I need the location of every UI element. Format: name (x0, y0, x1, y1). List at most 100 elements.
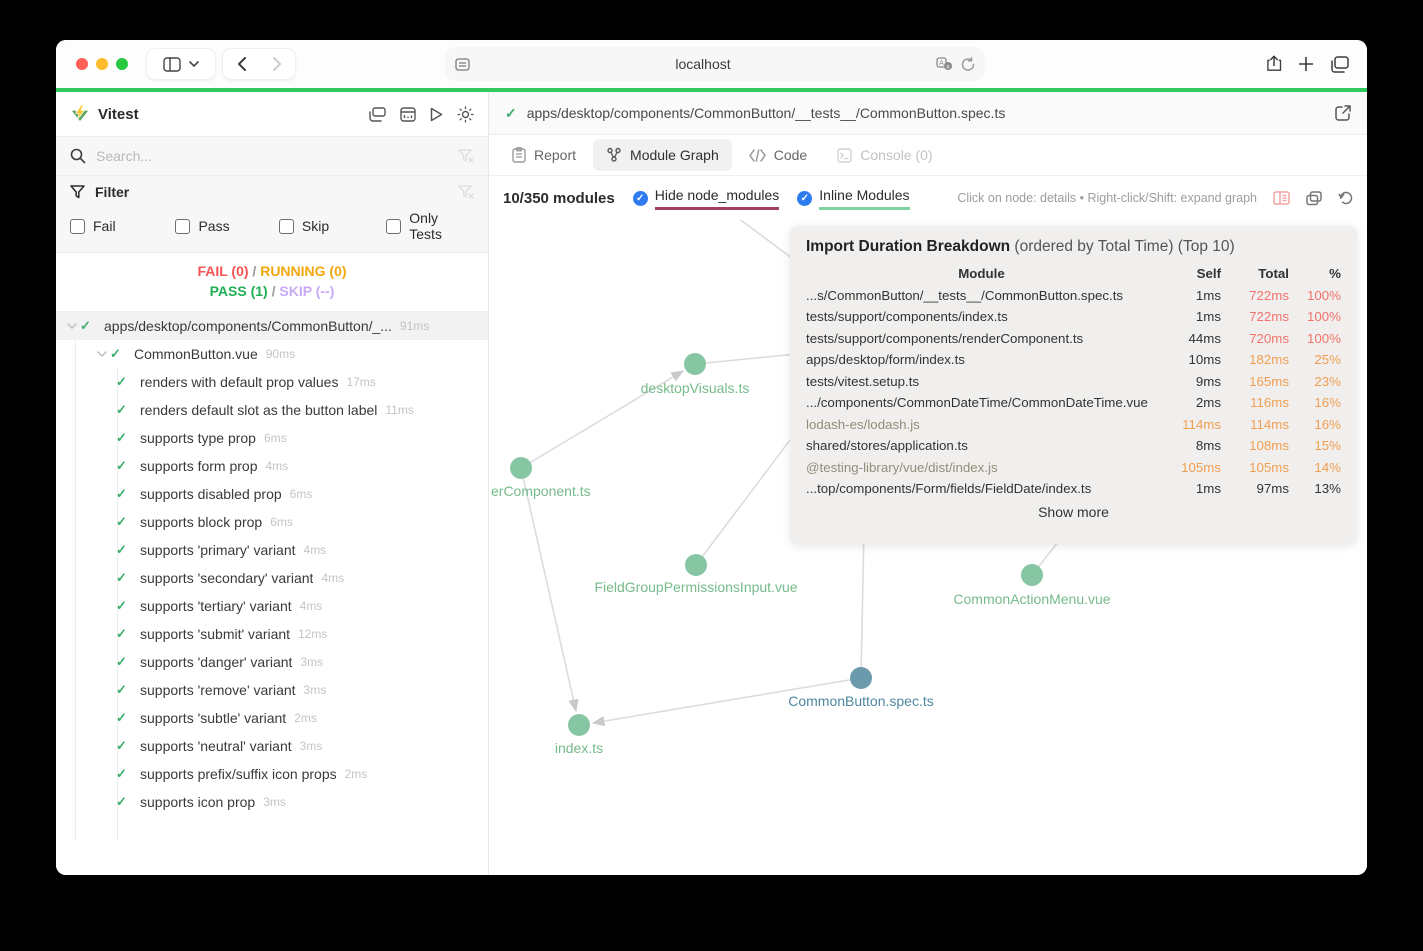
reload-icon[interactable] (961, 56, 975, 72)
module-path: lodash-es/lodash.js (806, 416, 920, 432)
test-case-row[interactable]: ✓ supports 'remove' variant 3ms (56, 676, 488, 704)
only-tests-checkbox[interactable] (386, 218, 402, 234)
open-in-editor-icon[interactable] (1335, 105, 1351, 121)
self-time: 2ms (1195, 395, 1221, 411)
expand-graph-icon[interactable] (1306, 190, 1322, 206)
inline-modules-checkbox[interactable]: ✓ (797, 190, 813, 206)
module-graph-canvas[interactable]: desktopVisuals.ts erComponent.ts FieldGrou… (489, 220, 1367, 875)
minimize-window-button[interactable] (96, 58, 108, 70)
test-label: supports 'submit' variant (140, 626, 291, 642)
forward-button[interactable] (260, 49, 294, 79)
test-duration: 17ms (346, 375, 376, 389)
zoom-window-button[interactable] (116, 58, 128, 70)
import-duration-row[interactable]: apps/desktop/form/index.ts 10ms 182ms 25% (806, 349, 1341, 371)
test-label: supports 'subtle' variant (140, 710, 287, 726)
pass-checkbox[interactable] (175, 218, 191, 234)
hide-node-modules-toggle[interactable]: ✓ Hide node_modules (632, 187, 780, 210)
collapse-windows-icon[interactable] (369, 106, 386, 122)
tab-overview-icon[interactable] (1330, 55, 1349, 73)
graph-node[interactable] (510, 457, 532, 479)
test-case-row[interactable]: ✓ renders with default prop values 17ms (56, 368, 488, 396)
test-case-row[interactable]: ✓ supports block prop 6ms (56, 508, 488, 536)
test-case-row[interactable]: ✓ supports type prop 6ms (56, 424, 488, 452)
test-case-row[interactable]: ✓ renders default slot as the button labe… (56, 396, 488, 424)
test-case-row[interactable]: ✓ supports 'neutral' variant 3ms (56, 732, 488, 760)
graph-node[interactable] (1021, 564, 1043, 586)
page-format-icon[interactable] (455, 57, 470, 71)
node-details-icon[interactable] (1273, 191, 1290, 205)
test-suite-row[interactable]: ✓ CommonButton.vue 90ms (56, 340, 488, 368)
skip-checkbox[interactable] (278, 218, 294, 234)
fail-checkbox[interactable] (70, 218, 85, 234)
graph-node[interactable] (850, 667, 872, 689)
graph-node-label: CommonButton.spec.ts (788, 693, 934, 709)
graph-node[interactable] (684, 353, 706, 375)
graph-node-label: FieldGroupPermissionsInput.vue (594, 579, 797, 595)
filter-option-skip[interactable]: Skip (278, 210, 386, 242)
fail-count: FAIL (0) (197, 263, 249, 279)
inline-modules-toggle[interactable]: ✓ Inline Modules (797, 187, 910, 210)
tab-report[interactable]: Report (499, 139, 589, 171)
address-bar[interactable]: localhost Ax (445, 47, 985, 81)
tab-console[interactable]: Console (0) (824, 139, 945, 171)
import-duration-row[interactable]: ...s/CommonButton/__tests__/CommonButton… (806, 285, 1341, 307)
share-icon[interactable] (1266, 55, 1282, 74)
percent: 25% (1314, 352, 1341, 368)
theme-toggle-icon[interactable] (457, 105, 474, 123)
hide-node-modules-checkbox[interactable]: ✓ (632, 190, 648, 206)
test-case-row[interactable]: ✓ supports 'secondary' variant 4ms (56, 564, 488, 592)
close-window-button[interactable] (76, 58, 88, 70)
pass-check-icon: ✓ (116, 374, 127, 389)
test-case-row[interactable]: ✓ supports 'primary' variant 4ms (56, 536, 488, 564)
filter-option-fail[interactable]: Fail (70, 210, 175, 242)
chevron-down-icon[interactable] (94, 351, 110, 357)
filter-option-pass[interactable]: Pass (175, 210, 278, 242)
percent: 15% (1314, 438, 1341, 454)
run-all-icon[interactable] (430, 107, 443, 122)
import-duration-row[interactable]: @testing-library/vue/dist/index.js 105ms 1… (806, 457, 1341, 479)
test-label: supports 'secondary' variant (140, 570, 314, 586)
module-graph-icon (606, 147, 622, 163)
test-case-row[interactable]: ✓ supports 'tertiary' variant 4ms (56, 592, 488, 620)
clear-search-filter-icon[interactable] (458, 149, 474, 163)
clear-filter-icon[interactable] (458, 185, 474, 199)
import-duration-row[interactable]: tests/support/components/index.ts 1ms 722m… (806, 306, 1341, 328)
test-file-row[interactable]: ✓ apps/desktop/components/CommonButton/_.… (56, 312, 488, 340)
test-label: supports type prop (140, 430, 256, 446)
import-duration-row[interactable]: ...top/components/Form/fields/FieldDate/… (806, 478, 1341, 500)
search-input[interactable]: Search... (96, 148, 448, 164)
back-button[interactable] (224, 49, 258, 79)
test-duration: 91ms (399, 319, 430, 333)
test-summary: FAIL (0) / RUNNING (0) PASS (1) / SKIP (… (56, 253, 488, 312)
filter-option-only-tests[interactable]: Only Tests (386, 210, 474, 242)
self-time: 114ms (1182, 416, 1221, 432)
import-duration-row[interactable]: lodash-es/lodash.js 114ms 114ms 16% (806, 414, 1341, 436)
import-duration-row[interactable]: .../components/CommonDateTime/CommonDate… (806, 392, 1341, 414)
translate-icon[interactable]: Ax (936, 57, 953, 71)
reset-graph-icon[interactable] (1338, 190, 1353, 206)
test-case-row[interactable]: ✓ supports disabled prop 6ms (56, 480, 488, 508)
test-case-row[interactable]: ✓ supports form prop 4ms (56, 452, 488, 480)
import-duration-row[interactable]: shared/stores/application.ts 8ms 108ms 15% (806, 435, 1341, 457)
import-duration-row[interactable]: tests/support/components/renderComponent… (806, 328, 1341, 350)
graph-hint-text: Click on node: details • Right-click/Shi… (957, 191, 1257, 205)
chevron-down-icon[interactable] (64, 323, 80, 329)
test-case-row[interactable]: ✓ supports 'danger' variant 3ms (56, 648, 488, 676)
test-case-row[interactable]: ✓ supports prefix/suffix icon props 2ms (56, 760, 488, 788)
percent: 14% (1314, 459, 1341, 475)
search-bar[interactable]: Search... (56, 136, 488, 176)
graph-node[interactable] (568, 714, 590, 736)
test-case-row[interactable]: ✓ supports icon prop 3ms (56, 788, 488, 816)
test-duration: 3ms (299, 739, 323, 753)
test-case-row[interactable]: ✓ supports 'submit' variant 12ms (56, 620, 488, 648)
tab-module-graph[interactable]: Module Graph (593, 139, 732, 171)
show-more-button[interactable]: Show more (806, 504, 1341, 520)
graph-node[interactable] (685, 554, 707, 576)
import-duration-row[interactable]: tests/vitest.setup.ts 9ms 165ms 23% (806, 371, 1341, 393)
new-tab-icon[interactable] (1298, 56, 1314, 72)
dashboard-icon[interactable] (400, 106, 416, 122)
browser-sidebar-toggle[interactable] (146, 48, 216, 80)
tab-code[interactable]: Code (736, 139, 820, 171)
nav-buttons (222, 48, 296, 80)
test-case-row[interactable]: ✓ supports 'subtle' variant 2ms (56, 704, 488, 732)
